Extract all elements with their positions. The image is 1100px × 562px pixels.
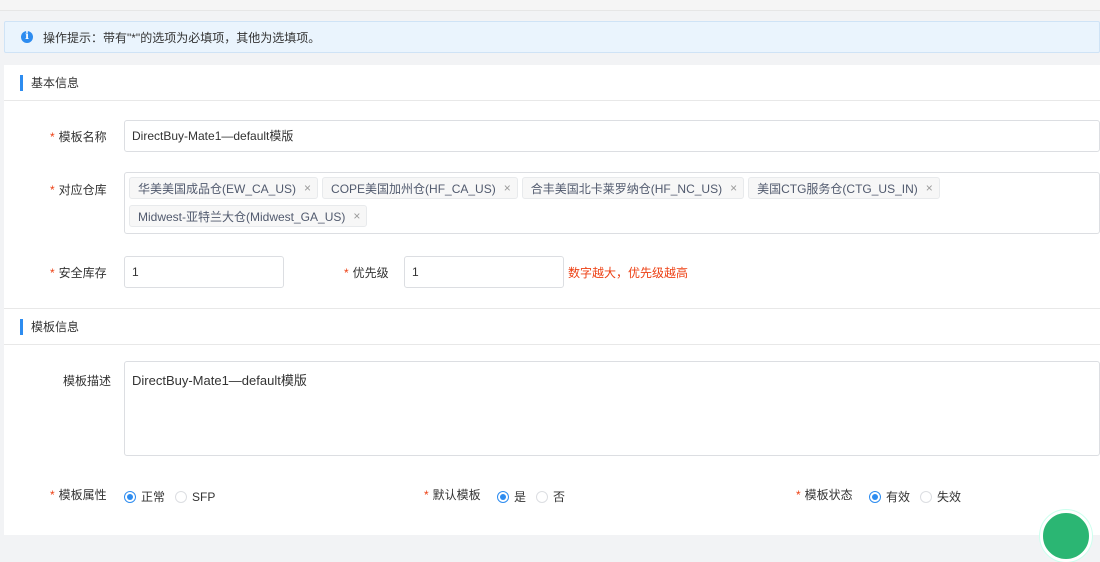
radio-invalid[interactable]: 失效 [920,488,961,505]
priority-input[interactable]: 1 [404,256,564,288]
operation-tip: i 操作提示：带有"*"的选项为必填项，其他为选填项。 [4,21,1100,53]
form-card: 基本信息 * 模板名称 DirectBuy-Mate1—default模版 * 对应… [4,65,1100,535]
section-marker [20,74,23,91]
warehouse-tag: COPE美国加州仓(HF_CA_US) × [322,177,518,199]
section-marker [20,318,23,335]
description-textarea[interactable]: DirectBuy-Mate1—default模版 [124,361,1100,456]
section-template-info: 模板信息 [4,309,1100,345]
warehouse-tag: Midwest-亚特兰大仓(Midwest_GA_US) × [129,205,368,227]
close-icon[interactable]: × [353,209,360,223]
info-icon: i [21,31,33,43]
attribute-radio-group: 正常 SFP [124,488,225,505]
warehouse-tag: 华美美国成品仓(EW_CA_US) × [129,177,319,199]
default-radio-group: 是 否 [497,488,575,505]
top-band [0,0,1100,11]
radio-valid[interactable]: 有效 [869,488,910,505]
radio-circle [536,490,549,503]
radio-circle [124,490,136,503]
floating-chat-badge[interactable] [1040,510,1092,562]
tip-text: 操作提示：带有"*"的选项为必填项，其他为选填项。 [43,30,321,45]
radio-sfp[interactable]: SFP [175,490,215,504]
radio-circle [175,490,188,503]
status-radio-group: 有效 失效 [869,488,971,505]
close-icon[interactable]: × [926,181,933,195]
attribute-label: * 模板属性 [50,488,107,502]
template-name-label: * 模板名称 [50,130,107,144]
radio-circle [920,490,933,503]
warehouse-select[interactable]: 华美美国成品仓(EW_CA_US) × COPE美国加州仓(HF_CA_US) × 合丰… [124,172,1100,234]
safety-stock-label: * 安全库存 [50,266,107,280]
close-icon[interactable]: × [304,181,311,195]
warehouse-tag: 合丰美国北卡莱罗纳仓(HF_NC_US) × [521,177,745,199]
section-title: 基本信息 [31,76,80,90]
section-title: 模板信息 [31,320,80,334]
status-label: * 模板状态 [796,488,853,502]
radio-normal[interactable]: 正常 [124,488,165,505]
close-icon[interactable]: × [504,181,511,195]
priority-hint: 数字越大，优先级越高 [568,266,689,280]
warehouse-tag: 美国CTG服务仓(CTG_US_IN) × [748,177,940,199]
radio-no[interactable]: 否 [536,488,565,505]
description-label: 模板描述 [63,374,112,388]
priority-label: * 优先级 [344,266,389,280]
warehouse-label: * 对应仓库 [50,183,107,197]
section-basic-info: 基本信息 [4,65,1100,101]
close-icon[interactable]: × [730,181,737,195]
safety-stock-input[interactable]: 1 [124,256,284,288]
radio-circle [497,490,509,503]
default-template-label: * 默认模板 [424,488,481,502]
radio-yes[interactable]: 是 [497,488,526,505]
radio-circle [869,490,881,503]
template-name-input[interactable]: DirectBuy-Mate1—default模版 [124,120,1100,152]
